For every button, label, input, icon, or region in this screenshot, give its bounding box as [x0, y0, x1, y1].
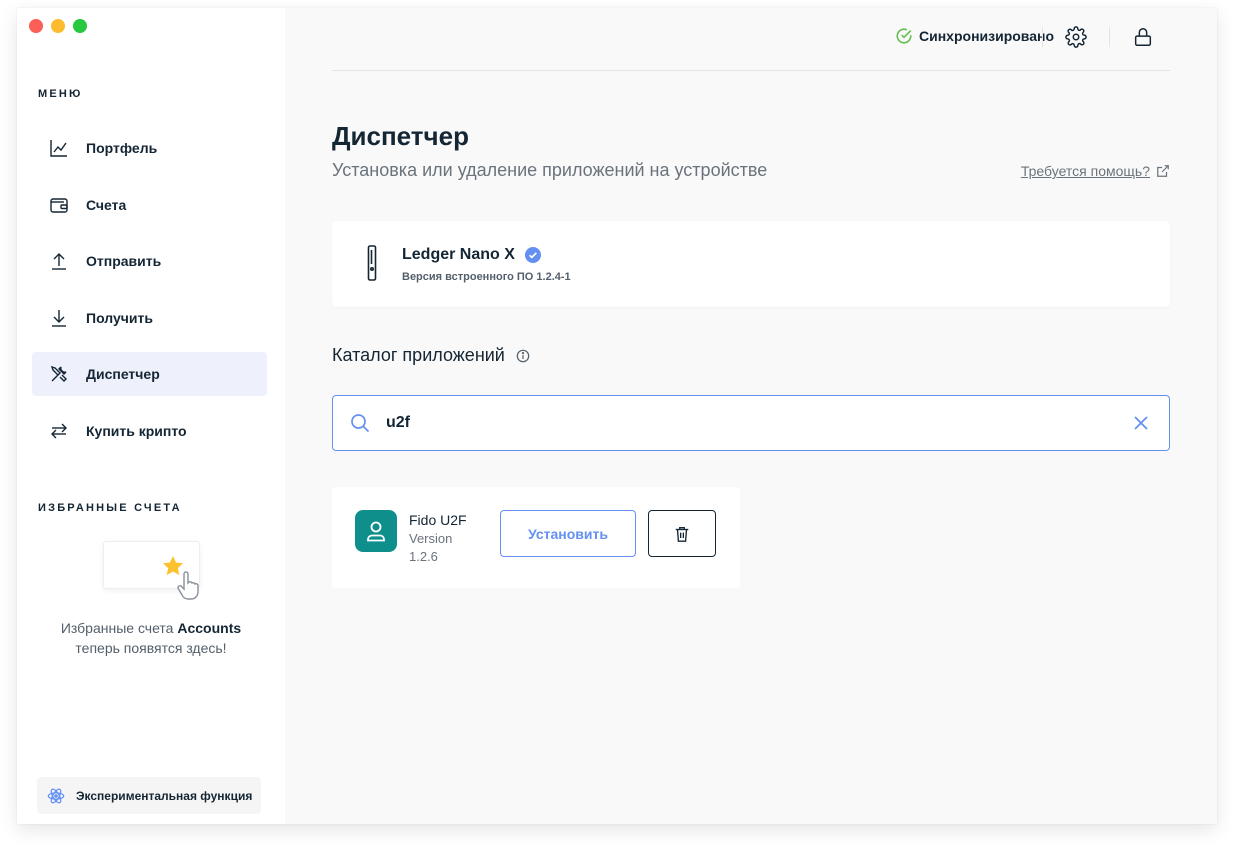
uninstall-button[interactable] — [648, 510, 716, 557]
app-window: МЕНЮ Портфель Счета Отправить Получить Д… — [17, 8, 1217, 824]
favorites-title: ИЗБРАННЫЕ СЧЕТА — [38, 502, 182, 514]
pointer-hand-icon — [177, 571, 199, 600]
close-window-button[interactable] — [29, 19, 43, 33]
gear-icon[interactable] — [1065, 26, 1087, 48]
catalog-title-label: Каталог приложений — [332, 345, 505, 365]
atom-icon — [47, 788, 65, 803]
user-icon — [367, 521, 385, 542]
sidebar-item-label: Диспетчер — [86, 366, 160, 382]
manager-tools-icon — [49, 364, 69, 384]
sidebar-item-label: Получить — [86, 309, 153, 326]
device-name-label: Ledger Nano X — [402, 246, 515, 263]
sidebar-item-send[interactable]: Отправить — [32, 239, 267, 283]
close-icon — [1134, 416, 1148, 430]
page-title: Диспетчер — [332, 121, 469, 151]
sync-status[interactable]: Синхронизировано — [895, 27, 1054, 45]
sidebar-item-buy-crypto[interactable]: Купить крипто — [32, 409, 267, 453]
search-box — [332, 395, 1170, 451]
info-icon[interactable] — [516, 349, 530, 363]
experimental-label: Экспериментальная функция — [76, 788, 253, 803]
topbar-divider — [1042, 27, 1043, 47]
device-name: Ledger Nano X — [402, 246, 541, 264]
favorites-empty-text: Избранные счета Accounts теперь появятся… — [17, 618, 285, 658]
minimize-window-button[interactable] — [51, 19, 65, 33]
experimental-features-button[interactable]: Экспериментальная функция — [37, 777, 261, 814]
catalog-title: Каталог приложений — [332, 345, 530, 366]
exchange-arrows-icon — [49, 421, 69, 441]
sync-status-label: Синхронизировано — [919, 28, 1055, 44]
install-button[interactable]: Установить — [500, 510, 636, 557]
device-firmware: Версия встроенного ПО 1.2.4-1 — [402, 271, 571, 283]
window-controls — [29, 19, 87, 33]
sidebar-item-portfolio[interactable]: Портфель — [32, 126, 267, 170]
verified-badge-icon — [524, 247, 541, 263]
search-icon — [350, 413, 370, 433]
sidebar-item-label: Счета — [86, 196, 127, 213]
sidebar: МЕНЮ Портфель Счета Отправить Получить Д… — [17, 8, 285, 824]
lock-icon[interactable] — [1132, 26, 1154, 48]
nano-device-icon — [367, 245, 377, 281]
topbar-divider — [1109, 27, 1110, 47]
top-bar: Синхронизировано — [332, 8, 1170, 71]
sidebar-item-label: Отправить — [86, 253, 162, 269]
search-input[interactable] — [386, 396, 1133, 450]
sidebar-item-receive[interactable]: Получить — [32, 296, 267, 340]
wallet-icon — [49, 195, 69, 215]
send-arrow-up-icon — [49, 251, 69, 271]
menu-title: МЕНЮ — [38, 88, 83, 100]
app-version: Version 1.2.6 — [409, 531, 453, 564]
receive-arrow-down-icon — [49, 308, 69, 328]
trash-icon — [675, 526, 689, 542]
sidebar-item-label: Купить крипто — [86, 422, 187, 439]
favorites-text-line2: теперь появятся здесь! — [75, 640, 227, 656]
help-link[interactable]: Требуется помощь? — [1021, 163, 1170, 179]
external-link-icon — [1157, 165, 1169, 177]
favorites-text-accounts: Accounts — [177, 620, 242, 636]
app-name: Fido U2F — [409, 512, 467, 528]
page-subtitle: Установка или удаление приложений на уст… — [332, 160, 768, 180]
app-row: Fido U2F Version 1.2.6 Установить — [332, 487, 740, 588]
main-content: Синхронизировано Диспетчер Установка или… — [285, 8, 1217, 824]
favorites-text-line1: Избранные счета — [60, 620, 174, 636]
help-link-label: Требуется помощь? — [1020, 163, 1150, 179]
maximize-window-button[interactable] — [73, 19, 87, 33]
sidebar-item-label: Портфель — [86, 140, 158, 156]
fido-app-logo — [355, 510, 397, 552]
check-circle-icon — [896, 28, 912, 44]
sidebar-item-manager[interactable]: Диспетчер — [32, 352, 267, 396]
clear-search-button[interactable] — [1133, 415, 1149, 431]
device-card: Ledger Nano X Версия встроенного ПО 1.2.… — [332, 221, 1170, 307]
sidebar-item-accounts[interactable]: Счета — [32, 183, 267, 227]
portfolio-chart-icon — [49, 138, 69, 158]
sidebar-nav: Портфель Счета Отправить Получить Диспет… — [32, 126, 267, 465]
